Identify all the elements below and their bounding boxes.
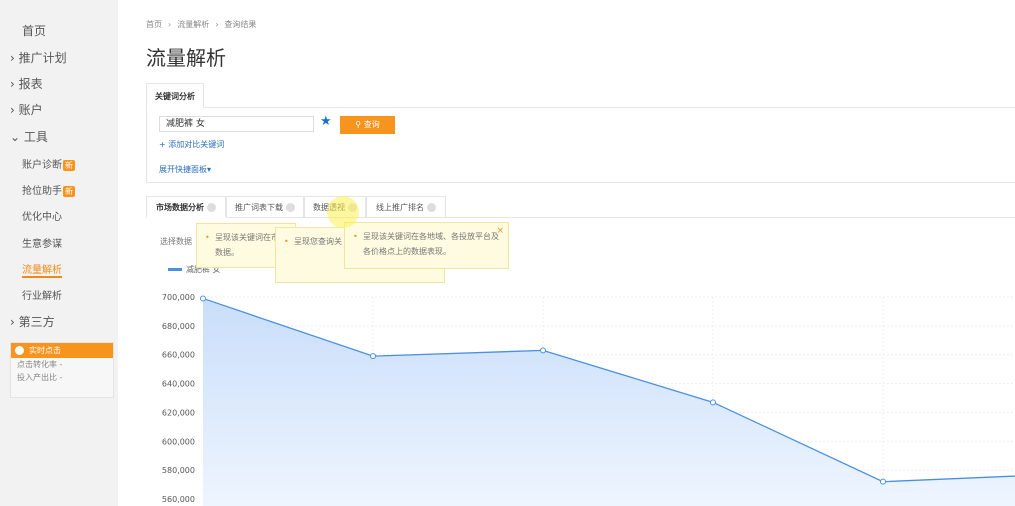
- data-point: [540, 347, 546, 354]
- y-tick-label: 620,000: [162, 408, 195, 417]
- y-tick-label: 600,000: [162, 437, 195, 446]
- data-point: [370, 353, 376, 360]
- cursor-highlight: [327, 196, 359, 228]
- data-point: [880, 478, 886, 485]
- tab-keyword-analysis[interactable]: 关键词分析: [146, 83, 204, 108]
- y-tick-label: 580,000: [162, 466, 195, 475]
- data-point: [200, 295, 206, 302]
- y-tick-label: 660,000: [162, 351, 195, 360]
- y-tick-label: 700,000: [162, 293, 195, 302]
- tooltip-text: 呈现该关键词在各地域、各投放平台及 各价格点上的数据表现。: [363, 232, 499, 256]
- y-tick-label: 680,000: [162, 322, 195, 331]
- y-tick-label: 640,000: [162, 380, 195, 389]
- close-icon[interactable]: ×: [496, 224, 504, 239]
- area-fill: [203, 298, 1015, 506]
- y-tick-label: 560,000: [162, 495, 195, 504]
- tooltip-pivot: 呈现该关键词在各地域、各投放平台及 各价格点上的数据表现。×: [344, 222, 509, 269]
- data-point: [710, 399, 716, 406]
